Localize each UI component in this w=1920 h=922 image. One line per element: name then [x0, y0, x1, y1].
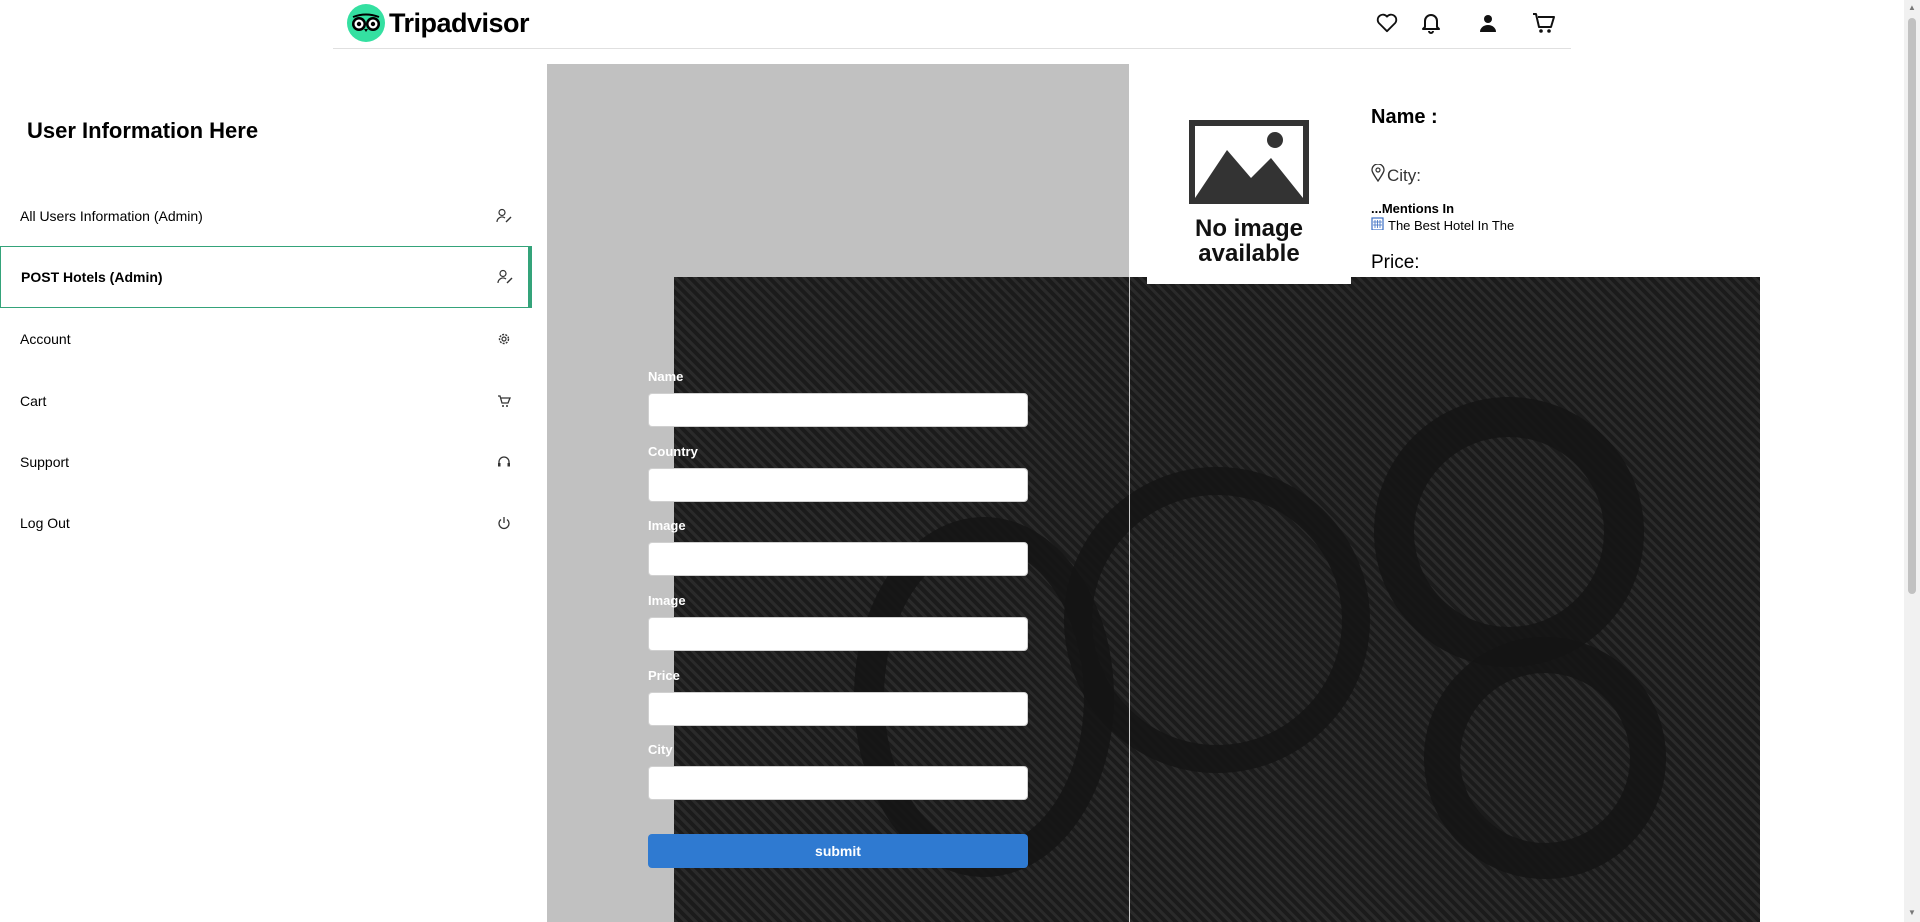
headset-icon	[496, 454, 512, 470]
page-scrollbar[interactable]: ▲ ▼	[1904, 0, 1920, 922]
sidebar-item-cart[interactable]: Cart	[0, 372, 532, 430]
sidebar-item-account[interactable]: Account	[0, 310, 532, 368]
mentions-heading: ...Mentions In	[1371, 201, 1455, 216]
gear-decoration	[1424, 637, 1666, 879]
country-field-label: Country	[648, 444, 698, 459]
hotel-city-label: City:	[1387, 165, 1421, 185]
hotel-city: City:	[1371, 163, 1421, 187]
sidebar-item-label: All Users Information (Admin)	[20, 208, 203, 224]
image-field-label: Image	[648, 518, 686, 533]
owl-logo-icon	[347, 4, 385, 42]
best-hotel-line: The Best Hotel In The	[1371, 217, 1514, 233]
user-icon[interactable]	[1475, 10, 1501, 36]
user-edit-icon	[496, 208, 512, 224]
brand-logo[interactable]: Tripadvisor	[347, 4, 530, 42]
scroll-down-icon[interactable]: ▼	[1908, 908, 1916, 917]
no-image-text: No image available	[1194, 215, 1304, 267]
image-field[interactable]	[648, 542, 1028, 576]
submit-button[interactable]: submit	[648, 834, 1028, 868]
panel-divider	[1129, 277, 1130, 922]
city-field-label: City	[648, 742, 673, 757]
price-field-label: Price	[648, 668, 680, 683]
gear-decoration	[1374, 397, 1644, 667]
sidebar-item-label: Log Out	[20, 515, 70, 531]
gear-icon	[496, 331, 512, 347]
cart-icon	[496, 393, 512, 409]
sidebar-item-logout[interactable]: Log Out	[0, 494, 532, 552]
cart-icon[interactable]	[1531, 10, 1557, 36]
sidebar-item-post-hotels[interactable]: POST Hotels (Admin)	[0, 246, 532, 308]
gear-background	[674, 277, 1760, 922]
best-hotel-text: The Best Hotel In The	[1388, 217, 1515, 233]
hotel-price-label: Price:	[1371, 252, 1420, 273]
sidebar-item-all-users[interactable]: All Users Information (Admin)	[0, 187, 532, 245]
power-icon	[496, 515, 512, 531]
location-pin-icon	[1371, 163, 1385, 187]
sidebar-item-label: POST Hotels (Admin)	[21, 269, 163, 285]
hotel-image: No image available	[1147, 104, 1351, 284]
scroll-thumb[interactable]	[1908, 18, 1916, 594]
sidebar-item-label: Cart	[20, 393, 47, 409]
city-field[interactable]	[648, 766, 1028, 800]
name-field-label: Name	[648, 369, 684, 384]
hotel-name-label: Name :	[1371, 106, 1438, 128]
brand-name: Tripadvisor	[389, 7, 530, 38]
heart-icon[interactable]	[1374, 10, 1400, 36]
top-header: Tripadvisor	[333, 0, 1571, 49]
scroll-up-icon[interactable]: ▲	[1908, 3, 1916, 12]
user-edit-icon	[497, 269, 513, 285]
name-field[interactable]	[648, 393, 1028, 427]
bell-icon[interactable]	[1418, 10, 1444, 36]
image2-field-label: Image	[648, 593, 686, 608]
sidebar-title: User Information Here	[27, 118, 259, 143]
sidebar-item-label: Support	[20, 454, 70, 470]
building-icon	[1371, 217, 1384, 233]
sidebar-item-label: Account	[20, 331, 71, 347]
image2-field[interactable]	[648, 617, 1028, 651]
price-field[interactable]	[648, 692, 1028, 726]
country-field[interactable]	[648, 468, 1028, 502]
sidebar-item-support[interactable]: Support	[0, 433, 532, 491]
